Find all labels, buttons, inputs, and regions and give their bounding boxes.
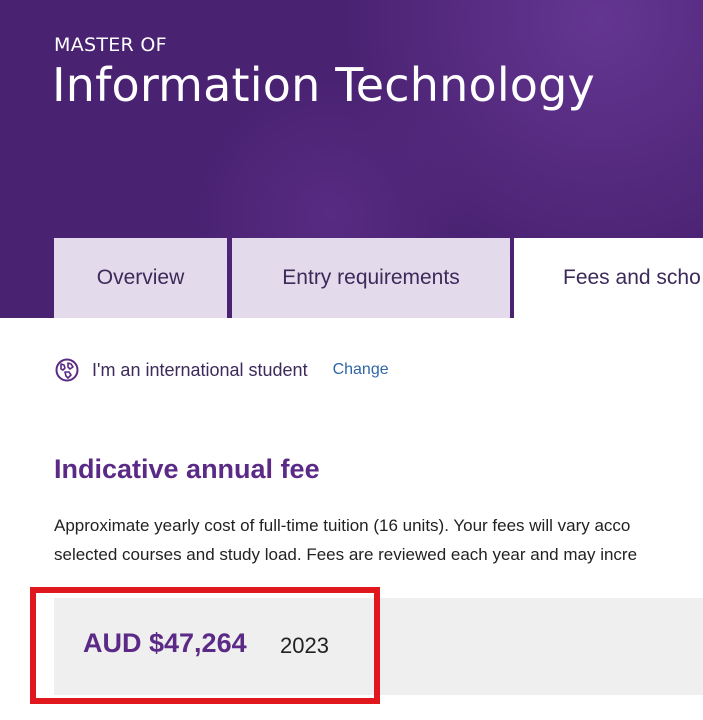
change-student-type-link[interactable]: Change [333,361,389,379]
tab-overview[interactable]: Overview [54,238,227,318]
fee-description-line-1: Approximate yearly cost of full-time tui… [54,516,631,535]
hero-kicker: MASTER OF [54,34,167,56]
student-type-label: I'm an international student [92,359,308,380]
fee-description-line-2: selected courses and study load. Fees ar… [54,545,638,564]
tab-overview-label: Overview [96,266,185,289]
tab-fees-label: Fees and scho [563,266,701,289]
page: MASTER OF Information Technology Overvie… [0,0,703,720]
globe-icon [54,357,80,383]
student-type-row: I'm an international student Change [54,355,389,385]
fee-heading: Indicative annual fee [54,454,320,484]
fee-description: Approximate yearly cost of full-time tui… [54,511,703,569]
tab-entry-requirements[interactable]: Entry requirements [232,238,510,318]
page-title: Information Technology [52,58,595,112]
tab-fees-and-scholarships[interactable]: Fees and scho [514,238,703,318]
highlight-annotation [30,587,380,704]
tab-entry-requirements-label: Entry requirements [282,266,460,289]
